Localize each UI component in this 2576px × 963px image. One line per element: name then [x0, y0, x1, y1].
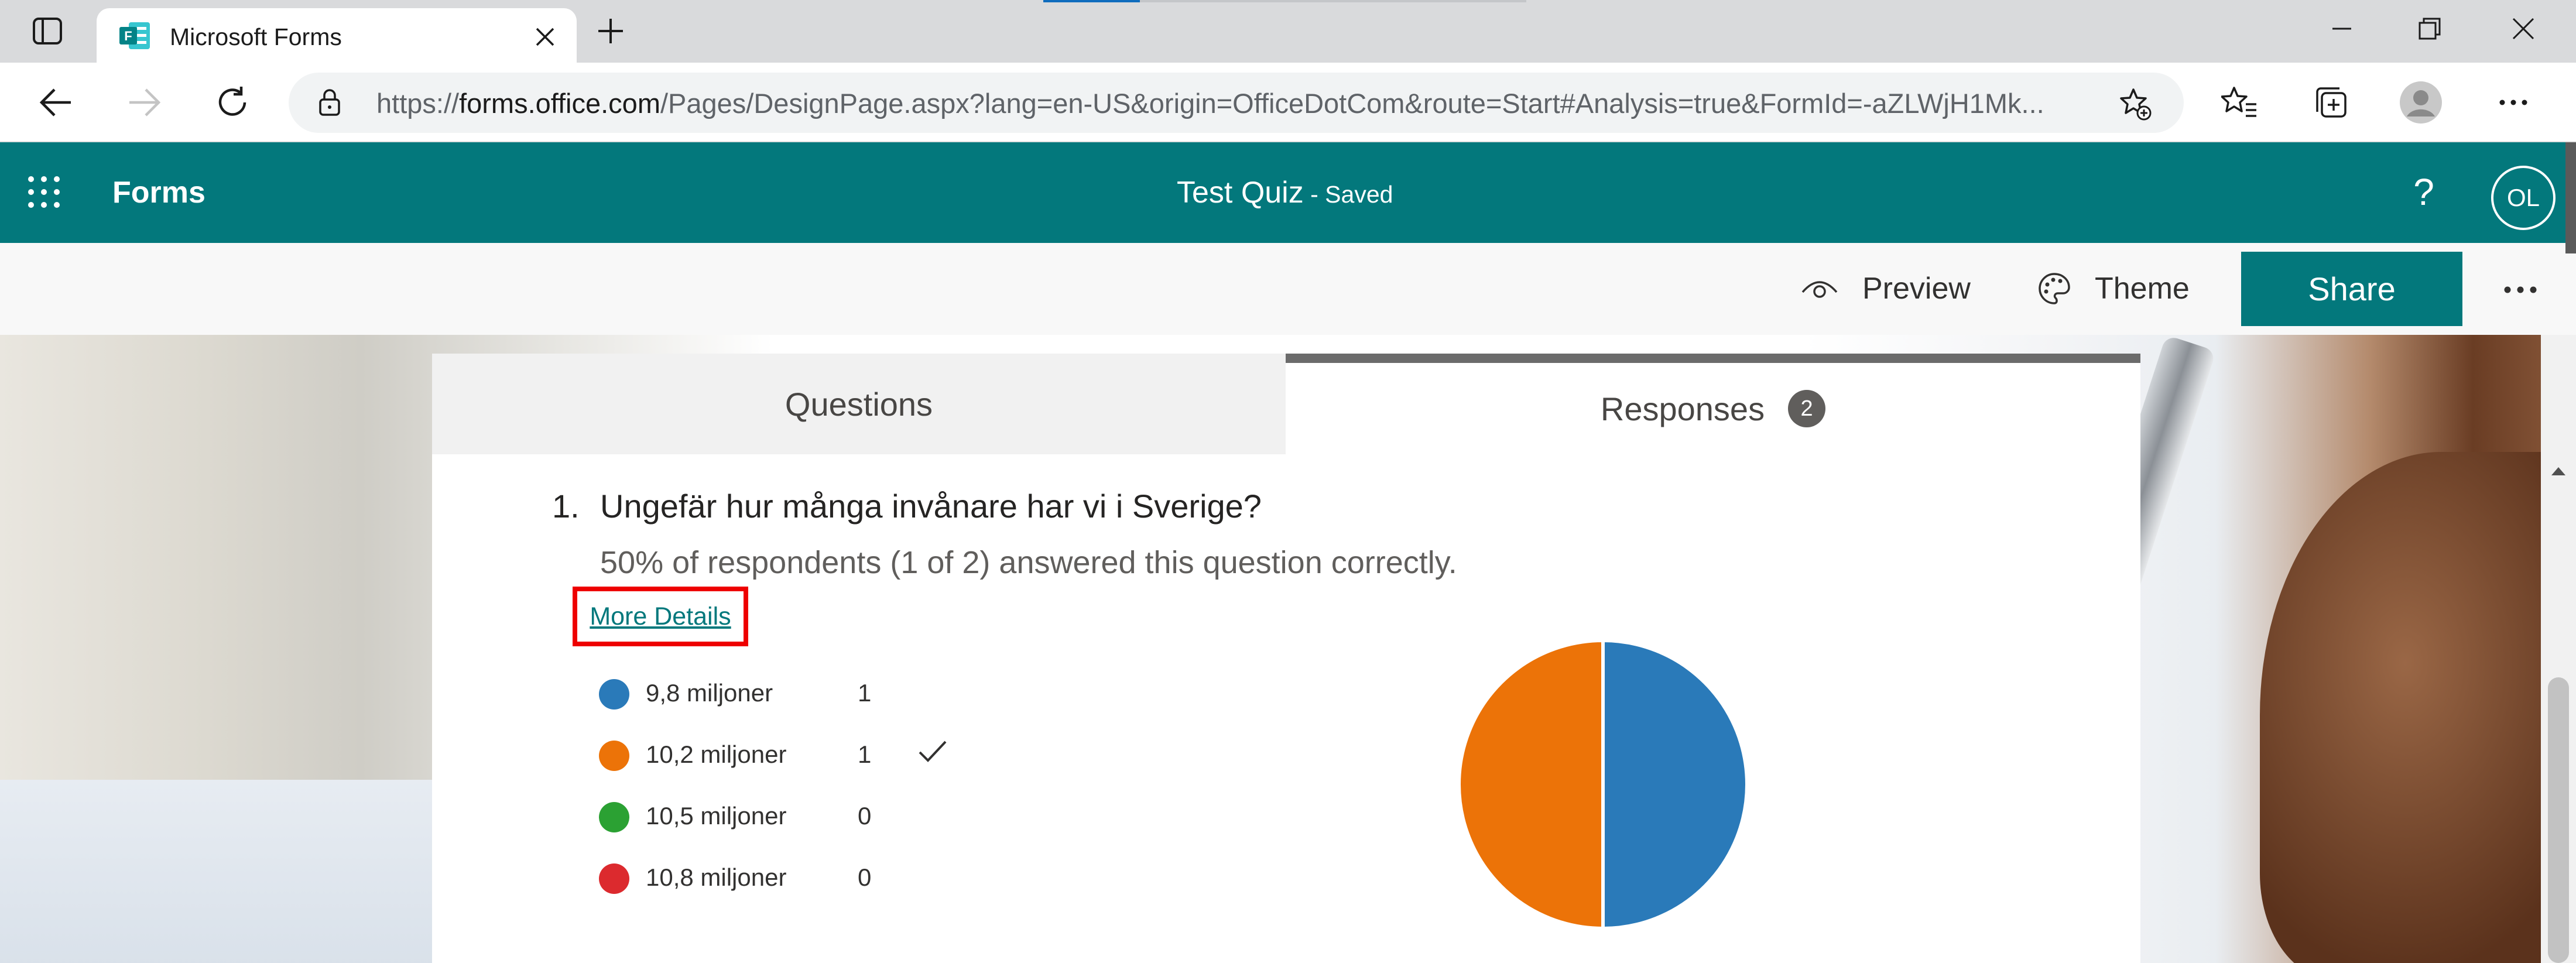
theme-label: Theme [2095, 272, 2190, 306]
url-host: forms.office.com [459, 88, 660, 119]
legend-item: 10,5 miljoner 0 [599, 791, 1126, 838]
legend-count: 0 [858, 802, 872, 830]
legend-count: 0 [858, 863, 872, 891]
legend-swatch [599, 863, 629, 894]
correct-answer-check-icon [919, 741, 947, 762]
legend-label: 10,5 miljoner [646, 802, 787, 830]
forms-logo-icon: F [118, 21, 151, 50]
scroll-up-arrow-icon[interactable] [2548, 462, 2569, 480]
browser-menu-icon[interactable] [2493, 82, 2534, 123]
responses-pie-chart [1457, 638, 1749, 931]
form-card: Questions Responses 2 1. Ungefär hur mån… [432, 354, 2140, 963]
legend-item: 9,8 miljoner 1 [599, 669, 1126, 715]
tab-responses-label: Responses [1600, 390, 1765, 427]
address-bar[interactable]: https://forms.office.com/Pages/DesignPag… [289, 73, 2184, 133]
more-options-icon[interactable] [2494, 263, 2547, 316]
more-details-highlight: More Details [573, 587, 748, 646]
form-tabs: Questions Responses 2 [432, 354, 2140, 454]
refresh-icon[interactable] [212, 82, 253, 123]
profile-avatar-icon[interactable] [2397, 79, 2444, 126]
eye-icon [1801, 281, 1838, 298]
form-title[interactable]: Test Quiz - Saved [1177, 175, 1393, 210]
question-summary: 50% of respondents (1 of 2) answered thi… [600, 545, 1457, 580]
responses-count-badge: 2 [1788, 390, 1826, 427]
save-status: - Saved [1303, 181, 1393, 208]
legend-label: 9,8 miljoner [646, 679, 773, 707]
loading-indicator [1043, 0, 1140, 2]
legend-label: 10,2 miljoner [646, 741, 787, 768]
tab-responses[interactable]: Responses 2 [1286, 354, 2140, 454]
lock-icon[interactable] [315, 88, 344, 117]
browser-tab-active[interactable]: F Microsoft Forms [97, 8, 577, 63]
app-name[interactable]: Forms [112, 175, 205, 210]
theme-button[interactable]: Theme [2037, 259, 2190, 318]
user-avatar[interactable]: OL [2491, 166, 2556, 230]
share-button[interactable]: Share [2241, 252, 2462, 326]
help-button[interactable]: ? [2400, 169, 2447, 215]
collections-icon[interactable] [2310, 82, 2351, 123]
pie-slice-10-2-miljoner[interactable] [1457, 638, 1605, 931]
tab-questions[interactable]: Questions [432, 354, 1286, 454]
content-scrollbar[interactable] [2541, 335, 2576, 963]
question-title: Ungefär hur många invånare har vi i Sver… [600, 488, 1262, 525]
close-tab-icon[interactable] [527, 19, 563, 55]
window-close-icon[interactable] [2500, 11, 2547, 47]
background-paper [0, 780, 433, 963]
url-path: /Pages/DesignPage.aspx?lang=en-US&origin… [660, 88, 2044, 119]
legend-swatch [599, 741, 629, 771]
browser-tab-bar: F Microsoft Forms [0, 0, 2576, 63]
url-text[interactable]: https://forms.office.com/Pages/DesignPag… [376, 87, 2044, 119]
forward-arrow-icon [124, 82, 165, 123]
forms-header: Forms Test Quiz - Saved ? OL [0, 142, 2576, 243]
tab-strip-divider [1140, 0, 1526, 2]
app-launcher-icon[interactable] [26, 174, 67, 215]
palette-icon [2039, 273, 2070, 304]
scrollbar-thumb[interactable] [2548, 677, 2569, 963]
command-bar: Preview Theme Share [0, 243, 2576, 335]
tab-actions-icon[interactable] [22, 13, 73, 49]
minimize-icon[interactable] [2318, 11, 2365, 47]
background-hand [2260, 452, 2576, 963]
legend-item: 10,2 miljoner 1 [599, 730, 1126, 777]
browser-toolbar: https://forms.office.com/Pages/DesignPag… [0, 63, 2576, 142]
form-title-text: Test Quiz [1177, 176, 1304, 210]
preview-label: Preview [1862, 272, 1971, 306]
svg-text:F: F [124, 29, 132, 43]
add-favorite-icon[interactable] [2118, 87, 2152, 121]
tab-title: Microsoft Forms [170, 23, 342, 50]
question-number: 1. [552, 488, 580, 525]
back-arrow-icon[interactable] [35, 82, 76, 123]
legend-count: 1 [858, 741, 872, 768]
legend-swatch [599, 802, 629, 832]
legend-count: 1 [858, 679, 872, 707]
more-details-link[interactable]: More Details [590, 602, 731, 631]
restore-icon[interactable] [2406, 11, 2453, 47]
pie-slice-9-8-miljoner[interactable] [1601, 638, 1749, 931]
page-scrollbar-thumb[interactable] [2565, 142, 2576, 253]
preview-button[interactable]: Preview [1800, 259, 1971, 318]
legend-item: 10,8 miljoner 0 [599, 853, 1126, 900]
favorites-icon[interactable] [2219, 82, 2260, 123]
legend-swatch [599, 679, 629, 710]
legend-label: 10,8 miljoner [646, 863, 787, 891]
url-scheme: https:// [376, 88, 460, 119]
new-tab-icon[interactable] [592, 13, 629, 49]
